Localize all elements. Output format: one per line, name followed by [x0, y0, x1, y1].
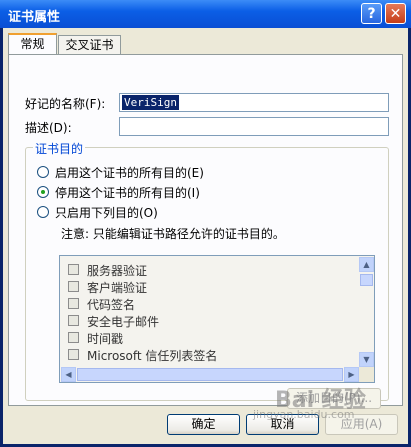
tab-general[interactable]: 常规 [8, 33, 57, 55]
radio-enable-all-button[interactable] [37, 166, 49, 178]
description-label: 描述(D): [25, 121, 72, 135]
radio-disable-all-button[interactable] [37, 186, 49, 198]
friendly-name-field[interactable]: VeriSign [119, 93, 389, 112]
close-button[interactable]: ✕ [385, 3, 406, 24]
list-item-label: Microsoft 信任列表签名 [87, 349, 218, 363]
ok-button[interactable]: 确定 [167, 414, 240, 435]
friendly-name-label: 好记的名称(F): [25, 97, 106, 111]
tab-panel-general: 好记的名称(F): VeriSign 描述(D): 证书目的 启用这个证书的所有… [8, 54, 403, 409]
title-bar[interactable]: 证书属性 ? ✕ [0, 0, 411, 28]
horizontal-scroll-thumb[interactable] [77, 368, 343, 381]
vertical-scroll-thumb[interactable] [360, 274, 373, 286]
checkbox[interactable] [68, 315, 79, 326]
help-button[interactable]: ? [361, 3, 382, 24]
dialog-window: 证书属性 ? ✕ 常规 交叉证书 好记的名称(F): VeriSign 描述(D… [0, 0, 411, 447]
vertical-scrollbar[interactable]: ▲ ▼ [359, 257, 374, 367]
checkbox[interactable] [68, 264, 79, 275]
scroll-down-icon[interactable]: ▼ [359, 352, 374, 367]
friendly-name-value: VeriSign [122, 95, 179, 110]
window-title: 证书属性 [8, 10, 61, 25]
checkbox[interactable] [68, 332, 79, 343]
tab-cross-certificates[interactable]: 交叉证书 [58, 35, 121, 54]
list-item-label: 时间戳 [87, 332, 124, 346]
purposes-group-title: 证书目的 [33, 140, 86, 157]
purposes-list[interactable]: 服务器验证 客户端验证 代码签名 安全电子邮件 时间戳 Microsoft 信任… [59, 255, 375, 383]
scroll-right-icon[interactable]: ▶ [344, 367, 359, 382]
list-item-label: 客户端验证 [87, 281, 148, 295]
checkbox[interactable] [68, 281, 79, 292]
scroll-left-icon[interactable]: ◀ [61, 367, 76, 382]
list-item-label: 代码签名 [87, 298, 136, 312]
radio-enable-only-label[interactable]: 只启用下列目的(O) [55, 204, 158, 221]
scroll-corner [359, 367, 374, 382]
watermark-url: jingyan.baidu.com [253, 408, 355, 421]
purposes-note: 注意: 只能编辑证书路径允许的证书目的。 [61, 227, 285, 241]
list-item-label: 服务器验证 [87, 264, 148, 278]
radio-disable-all-label[interactable]: 停用这个证书的所有目的(I) [55, 184, 200, 201]
dialog-body: 常规 交叉证书 好记的名称(F): VeriSign 描述(D): 证书目的 启… [3, 28, 408, 444]
checkbox[interactable] [68, 349, 79, 360]
radio-enable-only-button[interactable] [37, 206, 49, 218]
radio-enable-all-label[interactable]: 启用这个证书的所有目的(E) [55, 164, 204, 181]
scroll-up-icon[interactable]: ▲ [359, 257, 374, 272]
description-field[interactable] [119, 117, 389, 136]
list-item-label: 安全电子邮件 [87, 315, 160, 329]
horizontal-scrollbar[interactable]: ◀ ▶ [61, 367, 359, 382]
checkbox[interactable] [68, 298, 79, 309]
